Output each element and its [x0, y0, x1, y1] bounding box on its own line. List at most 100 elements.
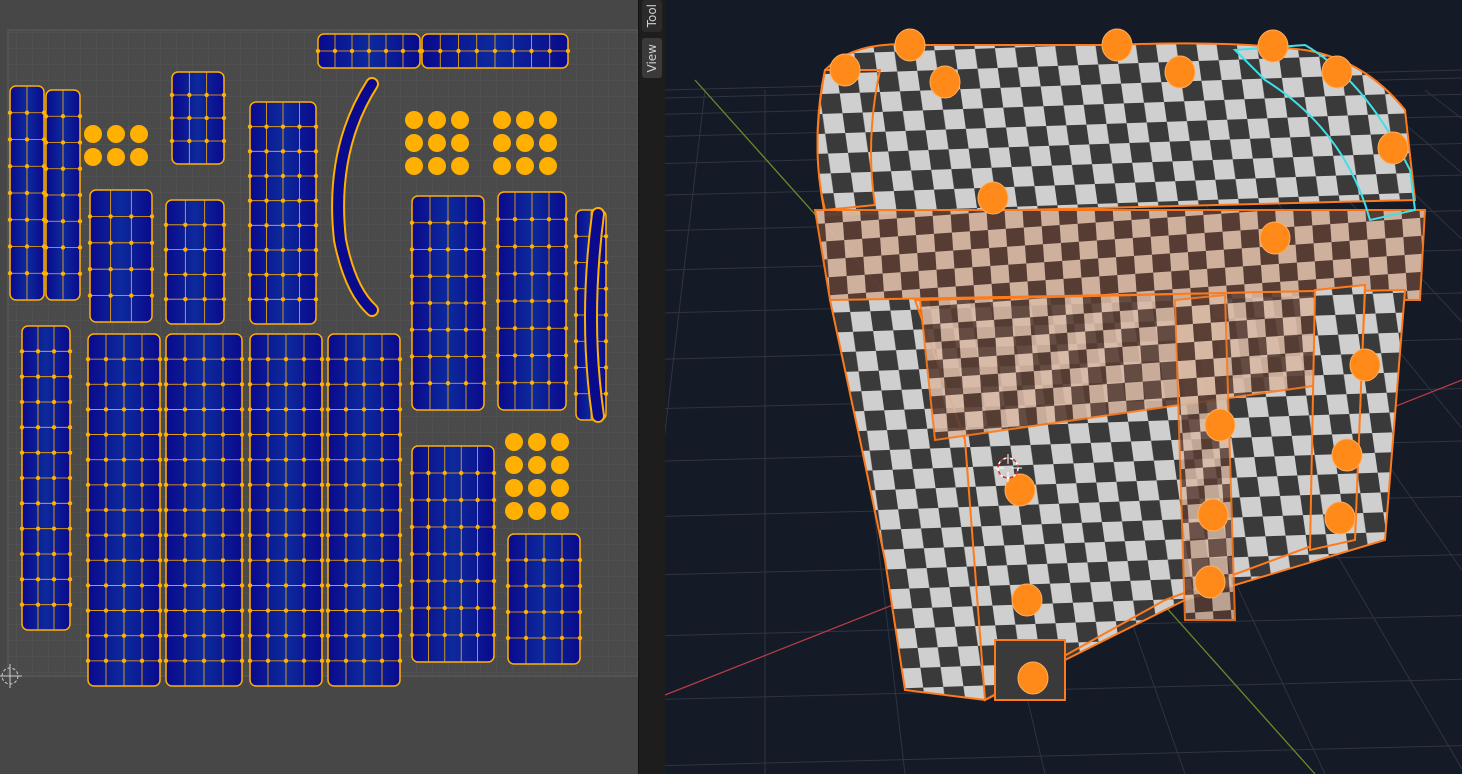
- uv-vertex[interactable]: [301, 482, 307, 488]
- uv-vertex[interactable]: [409, 524, 415, 530]
- uv-vertex[interactable]: [201, 407, 207, 412]
- uv-vertex[interactable]: [445, 327, 451, 332]
- uv-vertex[interactable]: [379, 608, 385, 613]
- uv-island-rivet[interactable]: [528, 433, 546, 451]
- uv-vertex[interactable]: [541, 557, 547, 563]
- uv-vertex[interactable]: [343, 658, 349, 664]
- uv-island-rivet[interactable]: [84, 148, 102, 166]
- uv-island-rivet[interactable]: [505, 502, 523, 520]
- uv-vertex[interactable]: [442, 632, 447, 638]
- uv-vertex[interactable]: [149, 267, 155, 272]
- uv-vertex[interactable]: [204, 92, 209, 98]
- uv-vertex[interactable]: [201, 482, 207, 488]
- uv-vertex[interactable]: [35, 577, 41, 582]
- uv-vertex[interactable]: [85, 532, 91, 538]
- uv-vertex[interactable]: [67, 425, 73, 430]
- uv-vertex[interactable]: [182, 558, 188, 563]
- uv-vertex[interactable]: [445, 381, 451, 386]
- uv-vertex[interactable]: [361, 432, 367, 437]
- uv-vertex[interactable]: [67, 349, 73, 354]
- uv-vertex[interactable]: [265, 356, 271, 362]
- uv-island-rivet[interactable]: [493, 134, 511, 152]
- chest-rivet[interactable]: [1321, 55, 1353, 89]
- uv-vertex[interactable]: [427, 274, 433, 279]
- uv-vertex[interactable]: [157, 382, 163, 387]
- uv-vertex[interactable]: [67, 577, 73, 582]
- uv-vertex[interactable]: [577, 609, 583, 615]
- uv-vertex[interactable]: [103, 532, 109, 538]
- uv-vertex[interactable]: [121, 507, 127, 513]
- uv-vertex[interactable]: [265, 532, 271, 538]
- uv-vertex[interactable]: [77, 114, 83, 119]
- uv-vertex[interactable]: [220, 457, 226, 462]
- uv-vertex[interactable]: [35, 501, 41, 506]
- uv-vertex[interactable]: [163, 507, 169, 513]
- uv-vertex[interactable]: [163, 482, 169, 488]
- uv-vertex[interactable]: [265, 457, 271, 462]
- uv-vertex[interactable]: [247, 382, 253, 387]
- uv-vertex[interactable]: [426, 524, 431, 530]
- uv-vertex[interactable]: [474, 48, 479, 54]
- uv-vertex[interactable]: [67, 374, 73, 379]
- uv-vertex[interactable]: [220, 407, 226, 412]
- uv-vertex[interactable]: [546, 298, 552, 304]
- chest-rivet[interactable]: [1194, 565, 1226, 599]
- uv-vertex[interactable]: [19, 602, 25, 607]
- uv-vertex[interactable]: [51, 349, 57, 354]
- uv-vertex[interactable]: [157, 558, 163, 563]
- uv-vertex[interactable]: [280, 173, 286, 179]
- uv-vertex[interactable]: [397, 432, 403, 437]
- uv-vertex[interactable]: [297, 173, 302, 179]
- uv-vertex[interactable]: [297, 198, 302, 203]
- uv-vertex[interactable]: [343, 432, 349, 437]
- uv-vertex[interactable]: [495, 326, 501, 331]
- uv-vertex[interactable]: [481, 327, 487, 332]
- uv-vertex[interactable]: [239, 457, 245, 462]
- uv-vertex[interactable]: [220, 382, 226, 387]
- uv-vertex[interactable]: [379, 507, 385, 513]
- uv-island-rivet[interactable]: [539, 111, 557, 129]
- uv-vertex[interactable]: [343, 356, 349, 362]
- uv-vertex[interactable]: [573, 365, 579, 370]
- uv-vertex[interactable]: [459, 524, 464, 530]
- uv-vertex[interactable]: [319, 558, 325, 563]
- uv-vertex[interactable]: [265, 407, 271, 412]
- uv-vertex[interactable]: [51, 450, 57, 455]
- uv-vertex[interactable]: [247, 633, 253, 638]
- uv-vertex[interactable]: [463, 381, 469, 386]
- uv-vertex[interactable]: [492, 48, 498, 54]
- uv-vertex[interactable]: [221, 92, 227, 98]
- tab-view[interactable]: View: [642, 38, 662, 78]
- uv-vertex[interactable]: [313, 272, 319, 277]
- uv-vertex[interactable]: [325, 658, 331, 664]
- uv-vertex[interactable]: [51, 551, 57, 557]
- uv-vertex[interactable]: [35, 349, 41, 354]
- uv-vertex[interactable]: [201, 633, 207, 638]
- uv-vertex[interactable]: [264, 149, 269, 154]
- uv-island-rivet[interactable]: [405, 134, 423, 152]
- uv-vertex[interactable]: [463, 354, 469, 359]
- uv-vertex[interactable]: [409, 300, 415, 306]
- treasure-chest-mesh[interactable]: [813, 42, 1427, 702]
- uv-island-rivet[interactable]: [516, 134, 534, 152]
- uv-vertex[interactable]: [182, 482, 188, 488]
- uv-vertex[interactable]: [409, 470, 415, 476]
- uv-vertex[interactable]: [280, 198, 286, 203]
- uv-vertex[interactable]: [546, 353, 552, 358]
- uv-vertex[interactable]: [491, 578, 497, 584]
- uv-vertex[interactable]: [35, 475, 41, 481]
- uv-vertex[interactable]: [60, 219, 66, 224]
- uv-vertex[interactable]: [459, 470, 464, 476]
- uv-vertex[interactable]: [315, 48, 321, 54]
- viewport-canvas[interactable]: [665, 0, 1462, 774]
- uv-vertex[interactable]: [121, 608, 127, 613]
- uv-vertex[interactable]: [463, 247, 469, 252]
- uv-vertex[interactable]: [603, 339, 609, 344]
- uv-vertex[interactable]: [332, 48, 338, 54]
- chest-rivet[interactable]: [1349, 348, 1381, 382]
- uv-vertex[interactable]: [409, 632, 415, 638]
- uv-vertex[interactable]: [559, 609, 565, 615]
- uv-vertex[interactable]: [35, 374, 41, 379]
- uv-vertex[interactable]: [397, 658, 403, 664]
- uv-vertex[interactable]: [297, 247, 302, 253]
